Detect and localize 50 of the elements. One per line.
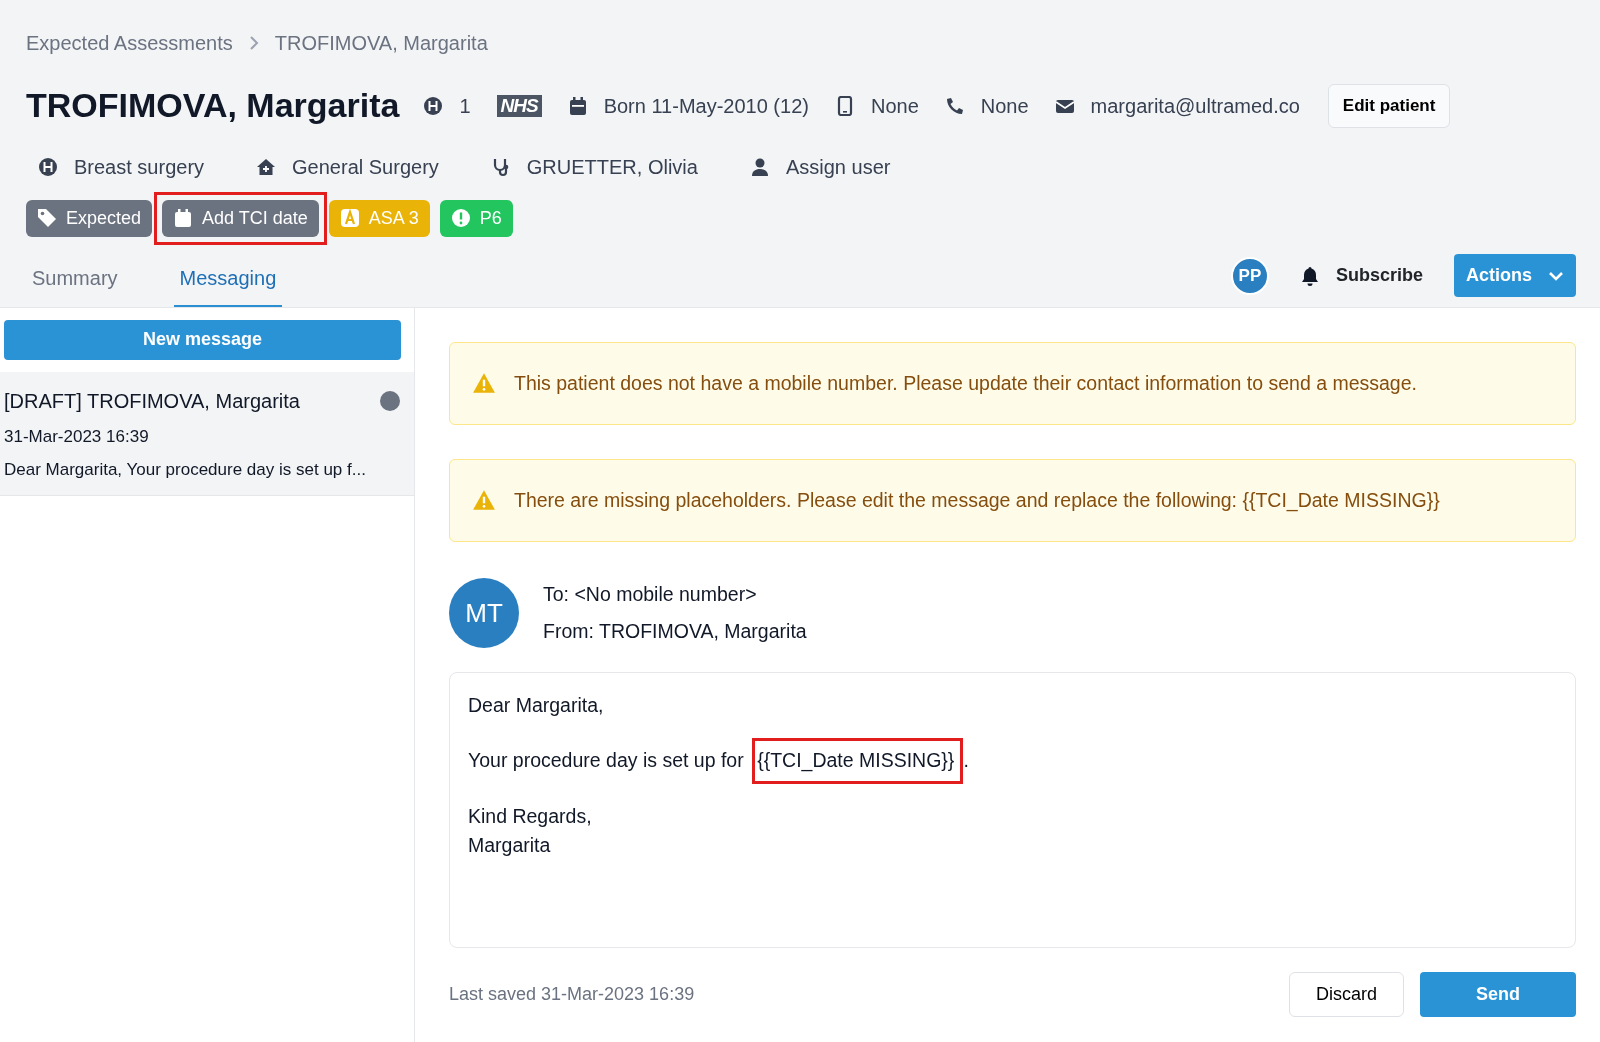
user-avatar[interactable]: PP <box>1230 256 1269 295</box>
subscribe-button[interactable]: Subscribe <box>1298 261 1424 290</box>
hospital-icon <box>38 156 58 177</box>
sender-avatar: MT <box>449 578 519 648</box>
letter-a-icon <box>339 208 360 228</box>
patient-name: TROFIMOVA, Margarita <box>26 85 400 127</box>
edit-patient-button[interactable]: Edit patient <box>1327 84 1451 128</box>
breadcrumb-current: TROFIMOVA, Margarita <box>274 31 488 56</box>
warning-icon <box>472 489 496 512</box>
email-address: margarita@ultramed.co <box>1090 93 1300 119</box>
phone-icon <box>944 95 965 116</box>
calendar-icon <box>173 208 194 228</box>
calendar-icon <box>567 95 588 116</box>
actions-button[interactable]: Actions <box>1454 254 1576 297</box>
phone-number: None <box>980 93 1029 119</box>
tab[interactable]: Messaging <box>173 250 283 307</box>
recipient-line: To: <No mobile number> <box>543 581 758 607</box>
message-list-item[interactable]: [DRAFT] TROFIMOVA, Margarita 31-Mar-2023 16:39 Dear Margarita, Your procedure day is set up f... <box>0 371 414 496</box>
detail-text: Breast surgery <box>74 154 205 180</box>
tab[interactable]: Summary <box>26 250 124 307</box>
new-message-button[interactable]: New message <box>4 319 401 360</box>
status-tag: Expected <box>26 199 153 237</box>
detail-text: General Surgery <box>292 154 439 180</box>
warning-text: There are missing placeholders. Please edit the message and replace the following: {{TCI_Date MISSING}} <box>514 487 1440 514</box>
unread-dot <box>380 390 400 411</box>
status-tag[interactable]: Add TCI date <box>162 199 319 237</box>
breadcrumb-link[interactable]: Expected Assessments <box>26 28 233 58</box>
mobile-number: None <box>870 93 919 119</box>
nhs-logo: NHS <box>496 94 542 117</box>
discard-button[interactable]: Discard <box>1288 972 1404 1017</box>
detail-text: GRUETTER, Olivia <box>526 154 698 180</box>
last-saved-text: Last saved 31-Mar-2023 16:39 <box>449 983 695 1006</box>
chevron-right-icon <box>248 36 259 50</box>
warning-icon <box>472 372 496 395</box>
caret-icon <box>1548 270 1564 281</box>
sender-line: From: TROFIMOVA, Margarita <box>543 619 807 644</box>
assign-user-link[interactable]: Assign user <box>785 151 891 182</box>
bell-icon <box>1299 265 1320 286</box>
birth-date: Born 11-May-2010 (12) <box>603 93 809 119</box>
send-button[interactable]: Send <box>1420 972 1576 1017</box>
house-icon <box>256 156 277 177</box>
tag-icon <box>37 208 57 228</box>
hospital-icon <box>423 95 444 116</box>
exclamation-icon <box>450 208 471 228</box>
status-tag: P6 <box>439 199 513 237</box>
status-tag: ASA 3 <box>328 199 430 237</box>
warning-text: This patient does not have a mobile number. Please update their contact information to send a message. <box>514 370 1417 396</box>
hospital-count: 1 <box>459 93 471 119</box>
user-icon <box>749 156 770 177</box>
message-body-field[interactable]: Dear Margarita, Your procedure day is set up for {{TCI_Date MISSING}} . Kind Regards, Margarita <box>449 672 1576 948</box>
